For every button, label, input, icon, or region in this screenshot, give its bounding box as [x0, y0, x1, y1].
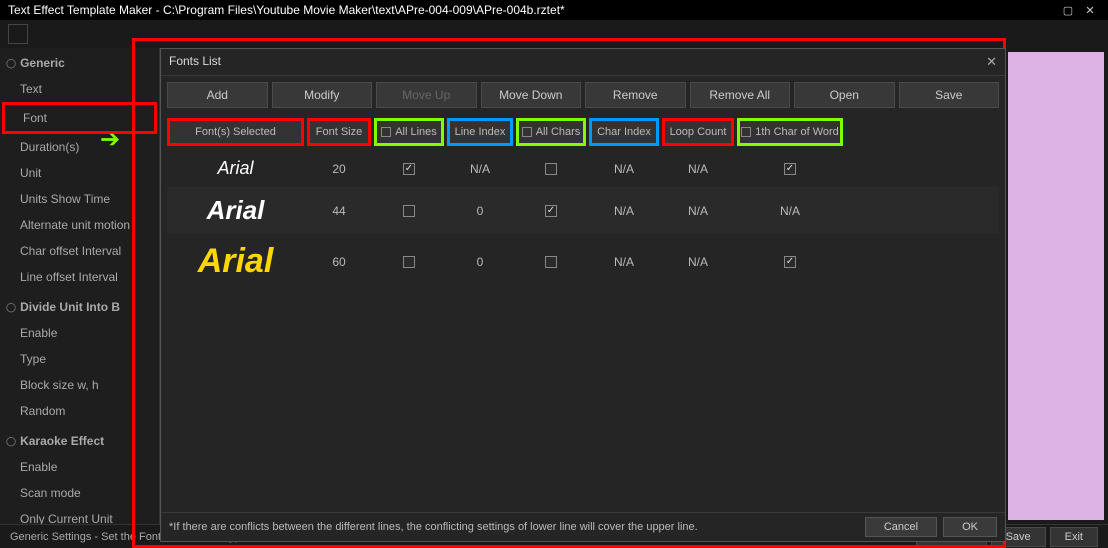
tree-item-only-current[interactable]: Only Current Unit	[0, 506, 159, 524]
save-button[interactable]: Save	[899, 82, 1000, 108]
table-body: Arial20N/AN/AN/AArial440N/AN/AN/AArial60…	[161, 150, 1005, 289]
cell-font: Arial	[167, 242, 304, 281]
remove-all-button[interactable]: Remove All	[690, 82, 791, 108]
col-first-char[interactable]: 1th Char of Word	[737, 118, 843, 146]
cell-size: 60	[307, 255, 371, 269]
tree-item-duration[interactable]: Duration(s)	[0, 134, 159, 160]
cell-loop: N/A	[662, 204, 734, 218]
table-header-row: Font(s) Selected Font Size All Lines Lin…	[161, 114, 1005, 150]
tree-item-scan-mode[interactable]: Scan mode	[0, 480, 159, 506]
cell-all-lines	[374, 163, 444, 175]
move-down-button[interactable]: Move Down	[481, 82, 582, 108]
tree-item-alternate-motion[interactable]: Alternate unit motion	[0, 212, 159, 238]
tree-item-font[interactable]: Font	[2, 102, 157, 134]
table-row[interactable]: Arial440N/AN/AN/A	[167, 187, 999, 234]
col-all-chars[interactable]: All Chars	[516, 118, 586, 146]
collapse-icon: ◯	[6, 436, 16, 447]
tree-item-char-offset[interactable]: Char offset Interval	[0, 238, 159, 264]
left-panel: ◯Generic Text Font Duration(s) Unit Unit…	[0, 48, 160, 524]
checkbox[interactable]	[403, 205, 415, 217]
cell-line-idx: 0	[447, 204, 513, 218]
cancel-button[interactable]: Cancel	[865, 517, 937, 537]
tree-item-units-show-time[interactable]: Units Show Time	[0, 186, 159, 212]
cell-all-lines	[374, 205, 444, 217]
collapse-icon: ◯	[6, 302, 16, 313]
checkbox[interactable]	[545, 205, 557, 217]
cell-size: 44	[307, 204, 371, 218]
open-button[interactable]: Open	[794, 82, 895, 108]
tree-item-block-size[interactable]: Block size w, h	[0, 372, 159, 398]
cell-first-char: N/A	[737, 204, 843, 218]
center-area: Fonts List ✕ Add Modify Move Up Move Dow…	[160, 48, 1004, 524]
checkbox[interactable]	[784, 163, 796, 175]
preview-panel	[1008, 52, 1104, 520]
dialog-title: Fonts List	[169, 54, 221, 70]
cell-char-idx: N/A	[589, 162, 659, 176]
col-font-size[interactable]: Font Size	[307, 118, 371, 146]
tree-item-type[interactable]: Type	[0, 346, 159, 372]
cell-loop: N/A	[662, 162, 734, 176]
cell-first-char	[737, 256, 843, 268]
toolbar-icon[interactable]	[8, 24, 28, 44]
cell-font: Arial	[167, 158, 304, 179]
ok-button[interactable]: OK	[943, 517, 997, 537]
fonts-list-dialog: Fonts List ✕ Add Modify Move Up Move Dow…	[160, 48, 1006, 542]
cell-all-chars	[516, 163, 586, 175]
tree-item-line-offset[interactable]: Line offset Interval	[0, 264, 159, 290]
cell-size: 20	[307, 162, 371, 176]
checkbox-icon[interactable]	[381, 127, 391, 137]
tree-header-generic[interactable]: ◯Generic	[0, 50, 159, 76]
table-row[interactable]: Arial60 0 N/AN/A	[167, 234, 999, 289]
close-button[interactable]: ✕	[1080, 3, 1100, 17]
exit-button[interactable]: Exit	[1050, 527, 1098, 547]
cell-char-idx: N/A	[589, 204, 659, 218]
title-bar: Text Effect Template Maker - C:\Program …	[0, 0, 1108, 20]
collapse-icon: ◯	[6, 58, 16, 69]
col-char-index[interactable]: Char Index	[589, 118, 659, 146]
window-controls: ▢ ✕	[1058, 3, 1100, 17]
checkbox[interactable]	[403, 163, 415, 175]
cell-all-chars	[516, 256, 586, 268]
footer-note: *If there are conflicts between the diff…	[169, 521, 698, 533]
toolbar	[0, 20, 1108, 48]
checkbox[interactable]	[403, 256, 415, 268]
add-button[interactable]: Add	[167, 82, 268, 108]
modify-button[interactable]: Modify	[272, 82, 373, 108]
tree-item-text[interactable]: Text	[0, 76, 159, 102]
checkbox[interactable]	[545, 256, 557, 268]
tree-header-divide[interactable]: ◯Divide Unit Into B	[0, 294, 159, 320]
dialog-footer: *If there are conflicts between the diff…	[161, 512, 1005, 541]
checkbox-icon[interactable]	[522, 127, 532, 137]
cell-all-chars	[516, 205, 586, 217]
cell-line-idx: 0	[447, 255, 513, 269]
tree-item-random[interactable]: Random	[0, 398, 159, 424]
cell-char-idx: N/A	[589, 255, 659, 269]
tree-header-karaoke[interactable]: ◯Karaoke Effect	[0, 428, 159, 454]
move-up-button[interactable]: Move Up	[376, 82, 477, 108]
tree-item-unit[interactable]: Unit	[0, 160, 159, 186]
cell-font: Arial	[167, 195, 304, 226]
minimize-button[interactable]: ▢	[1058, 3, 1078, 17]
dialog-toolbar: Add Modify Move Up Move Down Remove Remo…	[161, 76, 1005, 114]
tree-item-enable-karaoke[interactable]: Enable	[0, 454, 159, 480]
arrow-annotation: ➔	[100, 125, 120, 154]
remove-button[interactable]: Remove	[585, 82, 686, 108]
checkbox-icon[interactable]	[741, 127, 751, 137]
table-row[interactable]: Arial20N/AN/AN/A	[167, 150, 999, 187]
close-icon[interactable]: ✕	[986, 54, 997, 70]
checkbox[interactable]	[545, 163, 557, 175]
col-all-lines[interactable]: All Lines	[374, 118, 444, 146]
col-fonts-selected[interactable]: Font(s) Selected	[167, 118, 304, 146]
cell-line-idx: N/A	[447, 162, 513, 176]
checkbox[interactable]	[784, 256, 796, 268]
col-line-index[interactable]: Line Index	[447, 118, 513, 146]
window-title: Text Effect Template Maker - C:\Program …	[8, 3, 565, 17]
cell-loop: N/A	[662, 255, 734, 269]
tree-item-enable-divide[interactable]: Enable	[0, 320, 159, 346]
cell-first-char	[737, 163, 843, 175]
cell-all-lines	[374, 256, 444, 268]
col-loop-count[interactable]: Loop Count	[662, 118, 734, 146]
